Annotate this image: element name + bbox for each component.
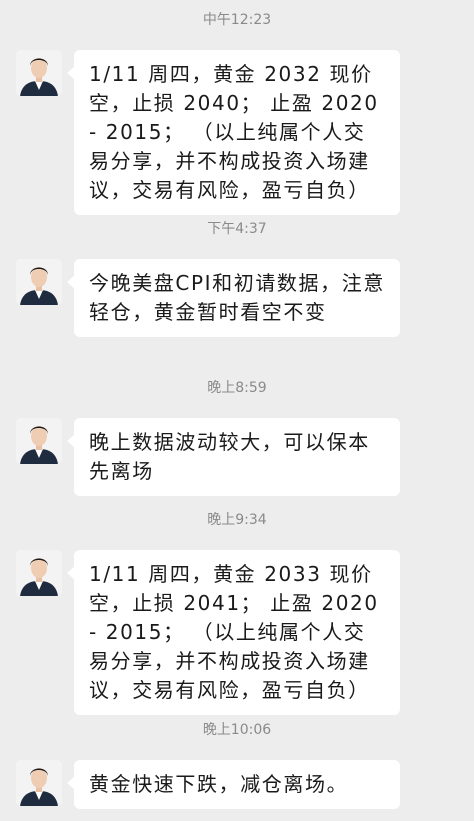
chat-conversation: 中午12:23 1/11 周四，黄金 2032 现价空，止损 2040； 止盈 … (0, 0, 474, 821)
message-row: 黄金快速下跌，减仓离场。 (16, 760, 400, 809)
avatar[interactable] (16, 760, 62, 806)
message-row: 1/11 周四，黄金 2032 现价空，止损 2040； 止盈 2020 - 2… (16, 50, 400, 215)
message-bubble[interactable]: 今晚美盘CPI和初请数据，注意轻仓，黄金暂时看空不变 (67, 259, 400, 337)
avatar-image (16, 50, 62, 96)
avatar-image (16, 418, 62, 464)
avatar-image (16, 550, 62, 596)
message-bubble[interactable]: 晚上数据波动较大，可以保本先离场 (67, 418, 400, 496)
timestamp: 中午12:23 (202, 12, 272, 28)
message-row: 晚上数据波动较大，可以保本先离场 (16, 418, 400, 496)
message-bubble[interactable]: 1/11 周四，黄金 2033 现价空，止损 2041； 止盈 2020 - 2… (67, 550, 400, 715)
message-bubble[interactable]: 1/11 周四，黄金 2032 现价空，止损 2040； 止盈 2020 - 2… (67, 50, 400, 215)
message-row: 今晚美盘CPI和初请数据，注意轻仓，黄金暂时看空不变 (16, 259, 400, 337)
message-row: 1/11 周四，黄金 2033 现价空，止损 2041； 止盈 2020 - 2… (16, 550, 400, 715)
avatar[interactable] (16, 550, 62, 596)
avatar-image (16, 259, 62, 305)
timestamp: 下午4:37 (207, 221, 267, 237)
timestamp: 晚上8:59 (207, 380, 267, 396)
message-bubble[interactable]: 黄金快速下跌，减仓离场。 (67, 760, 400, 809)
avatar[interactable] (16, 259, 62, 305)
avatar[interactable] (16, 50, 62, 96)
timestamp: 晚上10:06 (202, 722, 272, 738)
timestamp: 晚上9:34 (207, 512, 267, 528)
avatar-image (16, 760, 62, 806)
avatar[interactable] (16, 418, 62, 464)
